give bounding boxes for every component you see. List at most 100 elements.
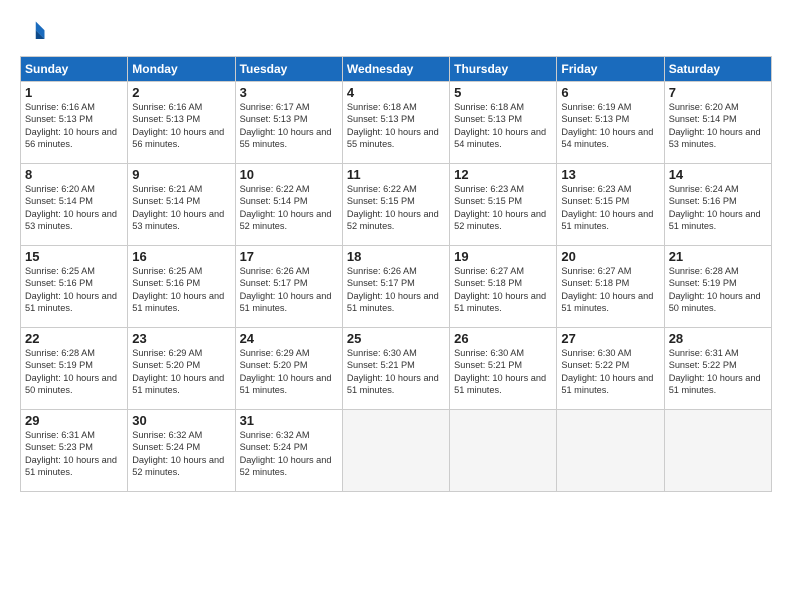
calendar-cell: 17 Sunrise: 6:26 AMSunset: 5:17 PMDayligh… <box>235 246 342 328</box>
cell-info: Sunrise: 6:23 AMSunset: 5:15 PMDaylight:… <box>454 184 546 231</box>
calendar-cell: 26Sunrise: 6:30 AMSunset: 5:21 PMDayligh… <box>450 328 557 410</box>
cell-info: Sunrise: 6:20 AMSunset: 5:14 PMDaylight:… <box>25 184 117 231</box>
cell-info: Sunrise: 6:24 AMSunset: 5:16 PMDaylight:… <box>669 184 761 231</box>
day-number: 18 <box>347 249 445 264</box>
cell-info: Sunrise: 6:29 AMSunset: 5:20 PMDaylight:… <box>240 348 332 395</box>
day-number: 7 <box>669 85 767 100</box>
cell-info: Sunrise: 6:27 AMSunset: 5:18 PMDaylight:… <box>454 266 546 313</box>
calendar-cell: 13 Sunrise: 6:23 AMSunset: 5:15 PMDayligh… <box>557 164 664 246</box>
cell-info: Sunrise: 6:26 AMSunset: 5:17 PMDaylight:… <box>240 266 332 313</box>
calendar-header-friday: Friday <box>557 57 664 82</box>
calendar-cell: 5Sunrise: 6:18 AMSunset: 5:13 PMDaylight… <box>450 82 557 164</box>
calendar-cell: 28 Sunrise: 6:31 AMSunset: 5:22 PMDayligh… <box>664 328 771 410</box>
calendar-cell: 15 Sunrise: 6:25 AMSunset: 5:16 PMDayligh… <box>21 246 128 328</box>
calendar-cell: 10 Sunrise: 6:22 AMSunset: 5:14 PMDayligh… <box>235 164 342 246</box>
day-number: 11 <box>347 167 445 182</box>
calendar-cell: 29 Sunrise: 6:31 AMSunset: 5:23 PMDayligh… <box>21 410 128 492</box>
cell-info: Sunrise: 6:31 AMSunset: 5:22 PMDaylight:… <box>669 348 761 395</box>
cell-info: Sunrise: 6:22 AMSunset: 5:15 PMDaylight:… <box>347 184 439 231</box>
day-number: 9 <box>132 167 230 182</box>
cell-info: Sunrise: 6:31 AMSunset: 5:23 PMDaylight:… <box>25 430 117 477</box>
calendar-cell: 19 Sunrise: 6:27 AMSunset: 5:18 PMDayligh… <box>450 246 557 328</box>
cell-info: Sunrise: 6:26 AMSunset: 5:17 PMDaylight:… <box>347 266 439 313</box>
calendar-cell: 8 Sunrise: 6:20 AMSunset: 5:14 PMDaylight… <box>21 164 128 246</box>
cell-info: Sunrise: 6:25 AMSunset: 5:16 PMDaylight:… <box>132 266 224 313</box>
calendar-cell: 16Sunrise: 6:25 AMSunset: 5:16 PMDayligh… <box>128 246 235 328</box>
calendar-cell: 21Sunrise: 6:28 AMSunset: 5:19 PMDayligh… <box>664 246 771 328</box>
cell-info: Sunrise: 6:17 AMSunset: 5:13 PMDaylight:… <box>240 102 332 149</box>
cell-info: Sunrise: 6:30 AMSunset: 5:22 PMDaylight:… <box>561 348 653 395</box>
cell-info: Sunrise: 6:20 AMSunset: 5:14 PMDaylight:… <box>669 102 761 149</box>
cell-info: Sunrise: 6:18 AMSunset: 5:13 PMDaylight:… <box>347 102 439 149</box>
cell-info: Sunrise: 6:25 AMSunset: 5:16 PMDaylight:… <box>25 266 117 313</box>
calendar-week-5: 29 Sunrise: 6:31 AMSunset: 5:23 PMDayligh… <box>21 410 772 492</box>
calendar-cell: 27 Sunrise: 6:30 AMSunset: 5:22 PMDayligh… <box>557 328 664 410</box>
day-number: 8 <box>25 167 123 182</box>
day-number: 13 <box>561 167 659 182</box>
day-number: 28 <box>669 331 767 346</box>
day-number: 27 <box>561 331 659 346</box>
cell-info: Sunrise: 6:32 AMSunset: 5:24 PMDaylight:… <box>240 430 332 477</box>
calendar-cell: 4 Sunrise: 6:18 AMSunset: 5:13 PMDaylight… <box>342 82 449 164</box>
calendar-cell: 6Sunrise: 6:19 AMSunset: 5:13 PMDaylight… <box>557 82 664 164</box>
cell-info: Sunrise: 6:27 AMSunset: 5:18 PMDaylight:… <box>561 266 653 313</box>
day-number: 14 <box>669 167 767 182</box>
day-number: 25 <box>347 331 445 346</box>
calendar-cell: 25Sunrise: 6:30 AMSunset: 5:21 PMDayligh… <box>342 328 449 410</box>
cell-info: Sunrise: 6:16 AMSunset: 5:13 PMDaylight:… <box>25 102 117 149</box>
calendar-cell: 12 Sunrise: 6:23 AMSunset: 5:15 PMDayligh… <box>450 164 557 246</box>
calendar-cell: 14 Sunrise: 6:24 AMSunset: 5:16 PMDayligh… <box>664 164 771 246</box>
day-number: 20 <box>561 249 659 264</box>
day-number: 4 <box>347 85 445 100</box>
cell-info: Sunrise: 6:21 AMSunset: 5:14 PMDaylight:… <box>132 184 224 231</box>
cell-info: Sunrise: 6:22 AMSunset: 5:14 PMDaylight:… <box>240 184 332 231</box>
logo <box>20 18 52 46</box>
calendar-cell <box>664 410 771 492</box>
calendar-week-2: 8 Sunrise: 6:20 AMSunset: 5:14 PMDaylight… <box>21 164 772 246</box>
calendar-cell: 24 Sunrise: 6:29 AMSunset: 5:20 PMDayligh… <box>235 328 342 410</box>
cell-info: Sunrise: 6:23 AMSunset: 5:15 PMDaylight:… <box>561 184 653 231</box>
calendar-header-monday: Monday <box>128 57 235 82</box>
day-number: 24 <box>240 331 338 346</box>
cell-info: Sunrise: 6:30 AMSunset: 5:21 PMDaylight:… <box>454 348 546 395</box>
day-number: 15 <box>25 249 123 264</box>
calendar-cell <box>450 410 557 492</box>
calendar-cell: 22 Sunrise: 6:28 AMSunset: 5:19 PMDayligh… <box>21 328 128 410</box>
calendar-header-saturday: Saturday <box>664 57 771 82</box>
day-number: 23 <box>132 331 230 346</box>
header <box>20 18 772 46</box>
cell-info: Sunrise: 6:28 AMSunset: 5:19 PMDaylight:… <box>25 348 117 395</box>
day-number: 6 <box>561 85 659 100</box>
calendar-week-1: 1 Sunrise: 6:16 AMSunset: 5:13 PMDaylight… <box>21 82 772 164</box>
cell-info: Sunrise: 6:16 AMSunset: 5:13 PMDaylight:… <box>132 102 224 149</box>
day-number: 19 <box>454 249 552 264</box>
day-number: 12 <box>454 167 552 182</box>
day-number: 10 <box>240 167 338 182</box>
calendar-cell: 30 Sunrise: 6:32 AMSunset: 5:24 PMDayligh… <box>128 410 235 492</box>
day-number: 31 <box>240 413 338 428</box>
page: SundayMondayTuesdayWednesdayThursdayFrid… <box>0 0 792 502</box>
day-number: 29 <box>25 413 123 428</box>
calendar-cell: 20 Sunrise: 6:27 AMSunset: 5:18 PMDayligh… <box>557 246 664 328</box>
day-number: 22 <box>25 331 123 346</box>
calendar-cell: 7 Sunrise: 6:20 AMSunset: 5:14 PMDaylight… <box>664 82 771 164</box>
calendar-header-row: SundayMondayTuesdayWednesdayThursdayFrid… <box>21 57 772 82</box>
calendar-header-tuesday: Tuesday <box>235 57 342 82</box>
calendar-header-sunday: Sunday <box>21 57 128 82</box>
day-number: 17 <box>240 249 338 264</box>
cell-info: Sunrise: 6:18 AMSunset: 5:13 PMDaylight:… <box>454 102 546 149</box>
calendar-cell <box>342 410 449 492</box>
calendar-header-wednesday: Wednesday <box>342 57 449 82</box>
calendar-cell: 18 Sunrise: 6:26 AMSunset: 5:17 PMDayligh… <box>342 246 449 328</box>
calendar-cell <box>557 410 664 492</box>
cell-info: Sunrise: 6:32 AMSunset: 5:24 PMDaylight:… <box>132 430 224 477</box>
day-number: 1 <box>25 85 123 100</box>
calendar-cell: 31 Sunrise: 6:32 AMSunset: 5:24 PMDayligh… <box>235 410 342 492</box>
calendar-cell: 3 Sunrise: 6:17 AMSunset: 5:13 PMDaylight… <box>235 82 342 164</box>
day-number: 3 <box>240 85 338 100</box>
calendar-table: SundayMondayTuesdayWednesdayThursdayFrid… <box>20 56 772 492</box>
calendar-header-thursday: Thursday <box>450 57 557 82</box>
day-number: 2 <box>132 85 230 100</box>
day-number: 30 <box>132 413 230 428</box>
calendar-cell: 1 Sunrise: 6:16 AMSunset: 5:13 PMDaylight… <box>21 82 128 164</box>
